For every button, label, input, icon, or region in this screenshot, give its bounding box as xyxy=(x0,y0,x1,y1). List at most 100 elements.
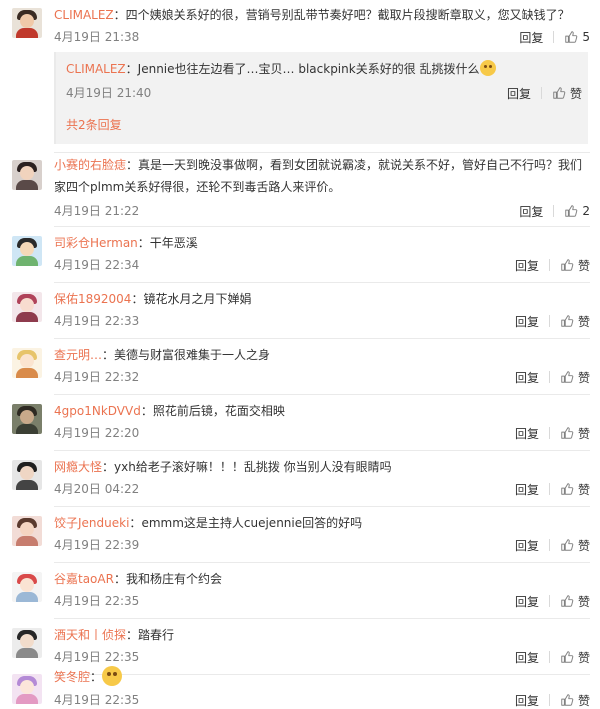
like-label: 赞 xyxy=(577,370,590,385)
more-replies-link[interactable]: 共2条回复 xyxy=(66,116,122,133)
like-button[interactable]: 赞 xyxy=(560,481,590,498)
reply-button[interactable]: 回复 xyxy=(515,369,539,386)
comment-text: 保佑1892004：镜花水月之月下婵娟 xyxy=(54,288,590,310)
comment-meta: 4月19日 22:35 回复 赞 xyxy=(54,648,590,666)
action-divider xyxy=(553,205,555,217)
comment-body: Jennie也往左边看了…宝贝… blackpink关系好的很 乱挑拨什么 xyxy=(137,62,480,76)
reply-button[interactable]: 回复 xyxy=(515,481,539,498)
reply-button[interactable]: 回复 xyxy=(519,29,543,46)
action-divider xyxy=(540,87,542,99)
username-link[interactable]: 保佑1892004 xyxy=(54,292,131,306)
like-button[interactable]: 赞 xyxy=(560,369,590,386)
comment-divider xyxy=(54,450,590,451)
username-link[interactable]: 笑冬腔 xyxy=(54,670,90,684)
colon: ： xyxy=(125,62,138,76)
comment-text: 网瘾大怪：yxh给老子滚好嘛！！！乱挑拨 你当别人没有眼睛吗 xyxy=(54,456,590,478)
comment-meta: 4月19日 21:38 回复 5 xyxy=(54,28,590,46)
like-label: 赞 xyxy=(569,86,582,101)
thumbs-up-icon xyxy=(561,315,574,327)
action-divider xyxy=(548,259,550,271)
avatar-body xyxy=(16,424,38,434)
sub-comment-text: CLIMALEZ：Jennie也往左边看了…宝贝… blackpink关系好的很… xyxy=(66,58,576,80)
thumbs-up-icon xyxy=(561,371,574,383)
avatar[interactable] xyxy=(12,160,42,190)
like-button[interactable]: 2 xyxy=(564,204,590,218)
colon: ： xyxy=(102,460,115,474)
colon: ： xyxy=(126,158,139,172)
avatar[interactable] xyxy=(12,292,42,322)
like-button[interactable]: 赞 xyxy=(552,85,582,102)
reply-button[interactable]: 回复 xyxy=(515,692,539,709)
comment-text: CLIMALEZ：四个姨娘关系好的很，营销号别乱带节奏好吧？截取片段搜断章取义，… xyxy=(54,4,590,26)
reply-button[interactable]: 回复 xyxy=(515,537,539,554)
avatar[interactable] xyxy=(12,236,42,266)
avatar[interactable] xyxy=(12,404,42,434)
comment-text: 笑冬腔： xyxy=(54,666,590,688)
avatar[interactable] xyxy=(12,8,42,38)
comment-divider xyxy=(54,282,590,283)
action-divider xyxy=(548,651,550,663)
comment-divider xyxy=(54,506,590,507)
avatar-body xyxy=(16,28,38,38)
thumbs-up-icon xyxy=(561,595,574,607)
thumbs-up-icon xyxy=(565,31,578,43)
like-button[interactable]: 赞 xyxy=(560,537,590,554)
comment-meta: 4月19日 22:34 回复 赞 xyxy=(54,256,590,274)
username-link[interactable]: 饺子Jendueki xyxy=(54,516,129,530)
like-button[interactable]: 赞 xyxy=(560,692,590,709)
reply-button[interactable]: 回复 xyxy=(515,649,539,666)
username-link[interactable]: 4gpo1NkDVVd xyxy=(54,404,141,418)
avatar[interactable] xyxy=(12,572,42,602)
action-divider xyxy=(548,371,550,383)
avatar[interactable] xyxy=(12,628,42,658)
colon: ： xyxy=(137,236,150,250)
username-link[interactable]: CLIMALEZ xyxy=(54,8,114,22)
like-button[interactable]: 赞 xyxy=(560,257,590,274)
reply-button[interactable]: 回复 xyxy=(515,593,539,610)
comment-body: 踏春行 xyxy=(138,628,175,642)
comment-actions: 回复 赞 xyxy=(515,312,590,330)
comment-meta: 4月19日 21:22 回复 2 xyxy=(54,202,590,220)
comment-actions: 回复 赞 xyxy=(515,424,590,442)
reply-button[interactable]: 回复 xyxy=(519,203,543,220)
like-count: 2 xyxy=(582,204,590,218)
avatar-body xyxy=(16,256,38,266)
thumbs-up-icon xyxy=(561,259,574,271)
comment-text: 查元明…：美德与财富很难集于一人之身 xyxy=(54,344,590,366)
timestamp: 4月19日 21:40 xyxy=(66,86,152,100)
reply-button[interactable]: 回复 xyxy=(515,313,539,330)
comment-meta: 4月19日 22:35 回复 赞 xyxy=(54,592,590,610)
username-link[interactable]: 网瘾大怪 xyxy=(54,460,102,474)
like-button[interactable]: 赞 xyxy=(560,425,590,442)
avatar[interactable] xyxy=(12,348,42,378)
username-link[interactable]: CLIMALEZ xyxy=(66,62,126,76)
avatar[interactable] xyxy=(12,674,42,704)
reply-button[interactable]: 回复 xyxy=(515,257,539,274)
like-button[interactable]: 5 xyxy=(564,30,590,44)
like-button[interactable]: 赞 xyxy=(560,649,590,666)
like-label: 赞 xyxy=(577,693,590,708)
avatar-body xyxy=(16,180,38,190)
comment-actions: 回复 赞 xyxy=(515,592,590,610)
avatar[interactable] xyxy=(12,516,42,546)
reply-button[interactable]: 回复 xyxy=(507,85,531,102)
colon: ： xyxy=(131,292,144,306)
action-divider xyxy=(548,595,550,607)
avatar-body xyxy=(16,592,38,602)
comment-meta: 4月19日 22:39 回复 赞 xyxy=(54,536,590,554)
like-button[interactable]: 赞 xyxy=(560,593,590,610)
avatar[interactable] xyxy=(12,460,42,490)
username-link[interactable]: 司彩仓Herman xyxy=(54,236,138,250)
username-link[interactable]: 小赛的右脸痣 xyxy=(54,158,126,172)
like-button[interactable]: 赞 xyxy=(560,313,590,330)
avatar-face xyxy=(20,242,34,256)
username-link[interactable]: 酒天和丨侦探 xyxy=(54,628,126,642)
comment-body: emmm这是主持人cuejennie回答的好吗 xyxy=(141,516,363,530)
username-link[interactable]: 查元明… xyxy=(54,348,102,362)
comment-body: 照花前后镜，花面交相映 xyxy=(152,404,285,418)
action-divider xyxy=(553,31,555,43)
timestamp: 4月19日 22:35 xyxy=(54,650,140,664)
username-link[interactable]: 谷嘉taoAR xyxy=(54,572,114,586)
reply-button[interactable]: 回复 xyxy=(515,425,539,442)
comment-meta: 4月19日 22:33 回复 赞 xyxy=(54,312,590,330)
